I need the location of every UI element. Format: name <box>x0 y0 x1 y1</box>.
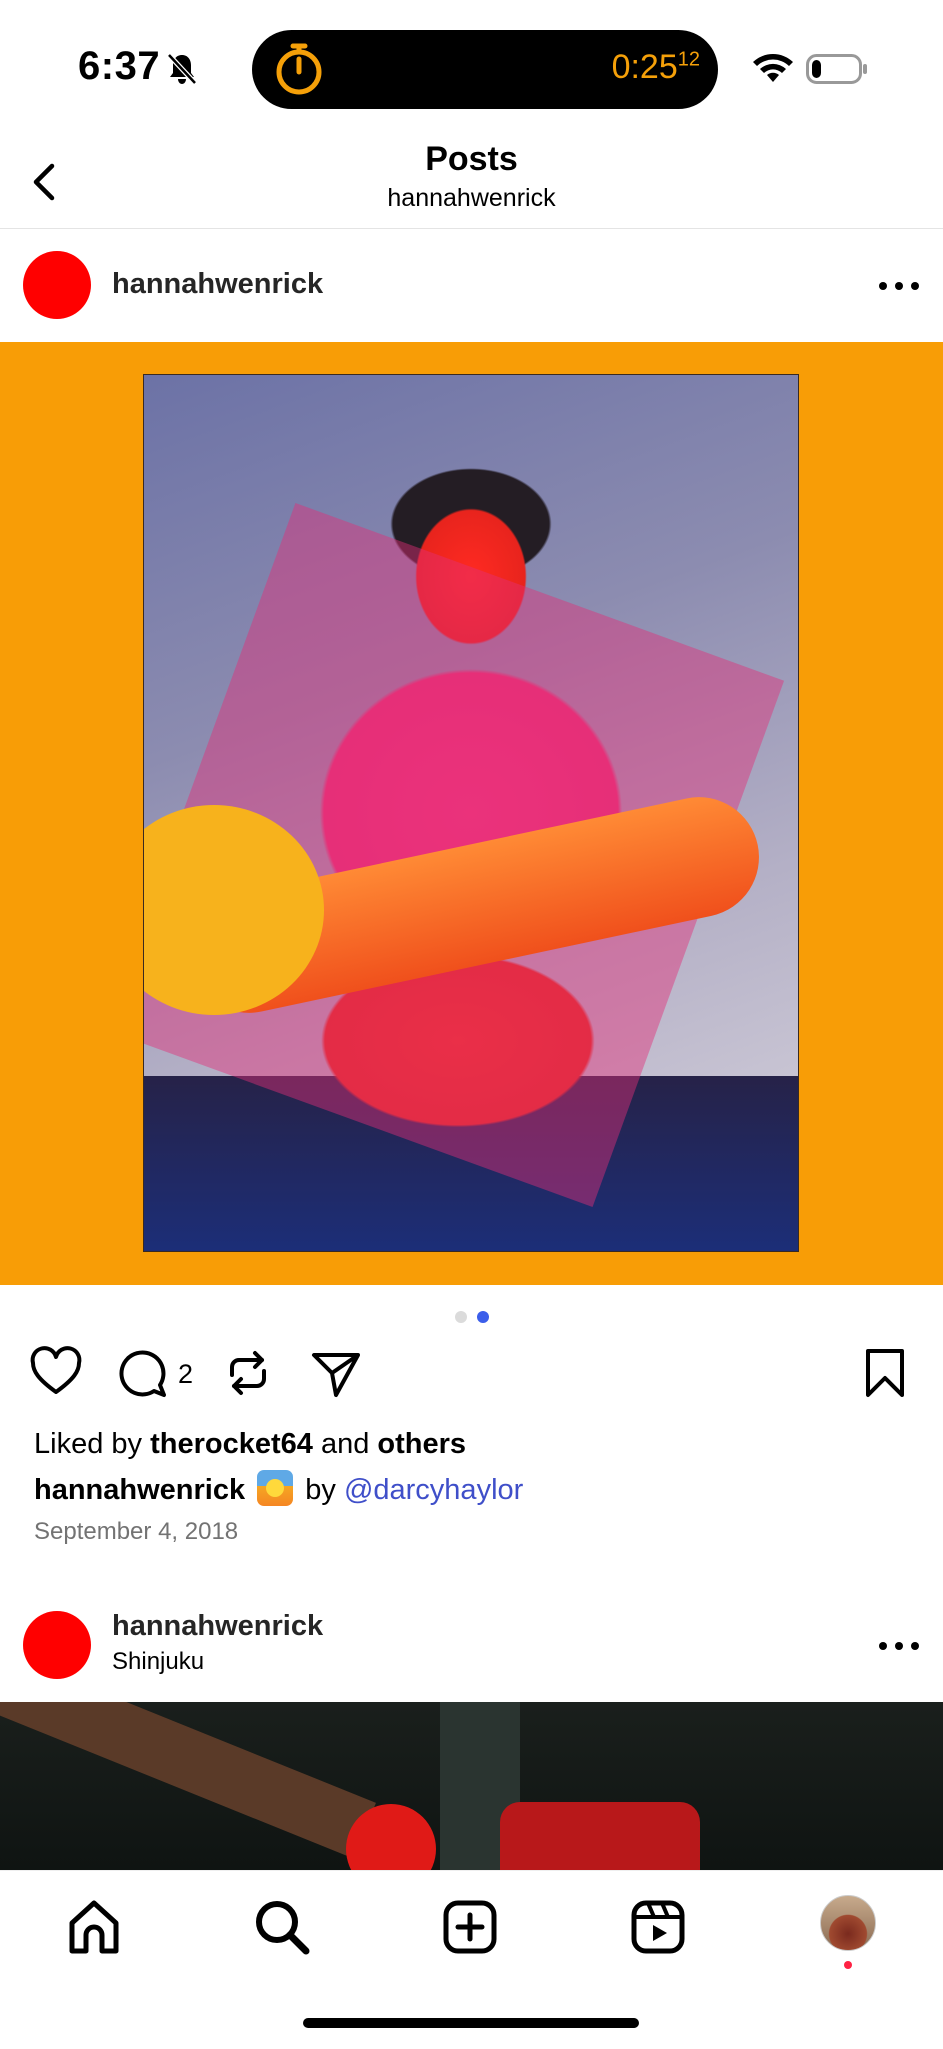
avatar[interactable] <box>23 251 91 319</box>
more-options-icon[interactable] <box>879 276 919 296</box>
like-heart-icon[interactable] <box>28 1345 84 1401</box>
timer-readout: 0:2512 <box>611 48 700 86</box>
sunrise-emoji-icon <box>257 1470 294 1506</box>
home-indicator[interactable] <box>303 2018 639 2028</box>
notification-dot <box>844 1961 852 1969</box>
avatar[interactable] <box>23 1611 91 1679</box>
photo-detail-beam <box>0 1702 376 1859</box>
post-actions: 2 <box>0 1345 943 1405</box>
reels-icon[interactable] <box>626 1895 690 1959</box>
wifi-icon <box>753 54 793 82</box>
post-photo[interactable] <box>0 342 943 1285</box>
status-time: 6:37 <box>78 44 161 88</box>
more-options-icon[interactable] <box>879 1636 919 1656</box>
carousel-indicator <box>0 1311 943 1323</box>
post-date: September 4, 2018 <box>34 1518 239 1545</box>
battery-icon <box>806 54 867 84</box>
page-title: Posts <box>425 140 518 178</box>
profile-avatar[interactable] <box>820 1895 876 1951</box>
nav-header: Posts hannahwenrick <box>0 130 943 229</box>
post-header: hannahwenrick Shinjuku <box>0 1588 943 1702</box>
post-photo[interactable] <box>0 1702 943 1870</box>
search-icon[interactable] <box>250 1895 314 1959</box>
dynamic-island[interactable]: 0:2512 <box>252 30 718 109</box>
post-header: hannahwenrick <box>0 228 943 342</box>
repost-icon[interactable] <box>222 1345 274 1401</box>
stopwatch-icon <box>276 43 322 95</box>
photo-detail-lantern <box>500 1802 700 1870</box>
bell-slash-icon <box>167 53 197 85</box>
bookmark-icon[interactable] <box>862 1345 908 1401</box>
page-subtitle: hannahwenrick <box>387 184 556 212</box>
carousel-dot <box>454 1311 467 1323</box>
photo-content <box>143 374 799 1252</box>
carousel-dot <box>476 1311 489 1323</box>
post-location[interactable]: Shinjuku <box>112 1648 204 1676</box>
create-icon[interactable] <box>438 1895 502 1959</box>
comment-icon[interactable] <box>114 1345 170 1401</box>
share-send-icon[interactable] <box>308 1345 364 1401</box>
home-icon[interactable] <box>62 1895 126 1959</box>
post-caption: hannahwenrick by @darcyhaylor <box>34 1470 523 1507</box>
caption-username[interactable]: hannahwenrick <box>34 1474 245 1506</box>
likes-line[interactable]: Liked by therocket64 and others <box>34 1428 466 1461</box>
comment-count[interactable]: 2 <box>178 1359 193 1390</box>
post-username[interactable]: hannahwenrick <box>112 1610 323 1643</box>
caption-mention-link[interactable]: @darcyhaylor <box>344 1474 523 1506</box>
status-bar: 6:37 0:2512 <box>0 0 943 130</box>
post-username[interactable]: hannahwenrick <box>112 268 323 301</box>
